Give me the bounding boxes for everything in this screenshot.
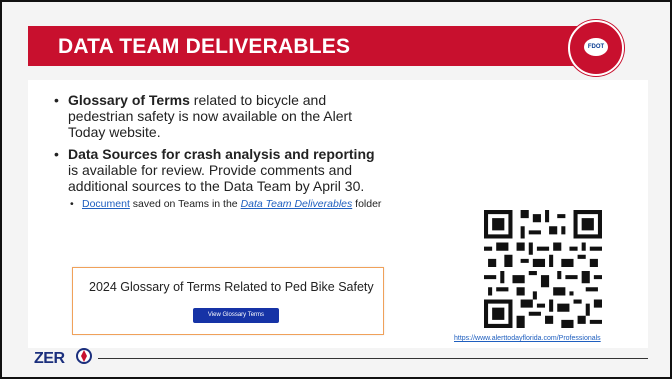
glossary-title: 2024 Glossary of Terms Related to Ped Bi… bbox=[89, 280, 374, 294]
alert-today-logo: FDOT bbox=[568, 20, 624, 76]
footer-divider bbox=[98, 358, 648, 359]
sub-bullet-document: Document saved on Teams in the Data Team… bbox=[68, 198, 384, 210]
sub-bullet-end: folder bbox=[352, 198, 382, 210]
fdot-logo: FDOT bbox=[584, 38, 608, 56]
bullet-data-sources-text: is available for review. Provide comment… bbox=[68, 162, 365, 194]
vision-zero-mark-icon bbox=[76, 348, 92, 364]
bullet-list: Glossary of Terms related to bicycle and… bbox=[54, 92, 384, 216]
slide: DATA TEAM DELIVERABLES FDOT Glossary of … bbox=[0, 0, 672, 379]
data-team-deliverables-link[interactable]: Data Team Deliverables bbox=[241, 198, 353, 210]
qr-code-icon[interactable] bbox=[484, 210, 602, 328]
document-link[interactable]: Document bbox=[82, 198, 130, 210]
vision-zero-logo: ZER bbox=[34, 350, 65, 367]
bullet-glossary: Glossary of Terms related to bicycle and… bbox=[54, 92, 384, 140]
bullet-data-sources: Data Sources for crash analysis and repo… bbox=[54, 146, 384, 210]
page-title: DATA TEAM DELIVERABLES bbox=[58, 35, 351, 58]
qr-url-link[interactable]: https://www.alerttodayflorida.com/Profes… bbox=[454, 335, 664, 342]
view-glossary-button[interactable]: View Glossary Terms bbox=[193, 308, 279, 323]
sub-bullet-mid: saved on Teams in the bbox=[129, 198, 241, 210]
bullet-data-sources-bold: Data Sources for crash analysis and repo… bbox=[68, 146, 375, 162]
glossary-card: 2024 Glossary of Terms Related to Ped Bi… bbox=[72, 267, 384, 335]
bullet-glossary-bold: Glossary of Terms bbox=[68, 92, 190, 108]
